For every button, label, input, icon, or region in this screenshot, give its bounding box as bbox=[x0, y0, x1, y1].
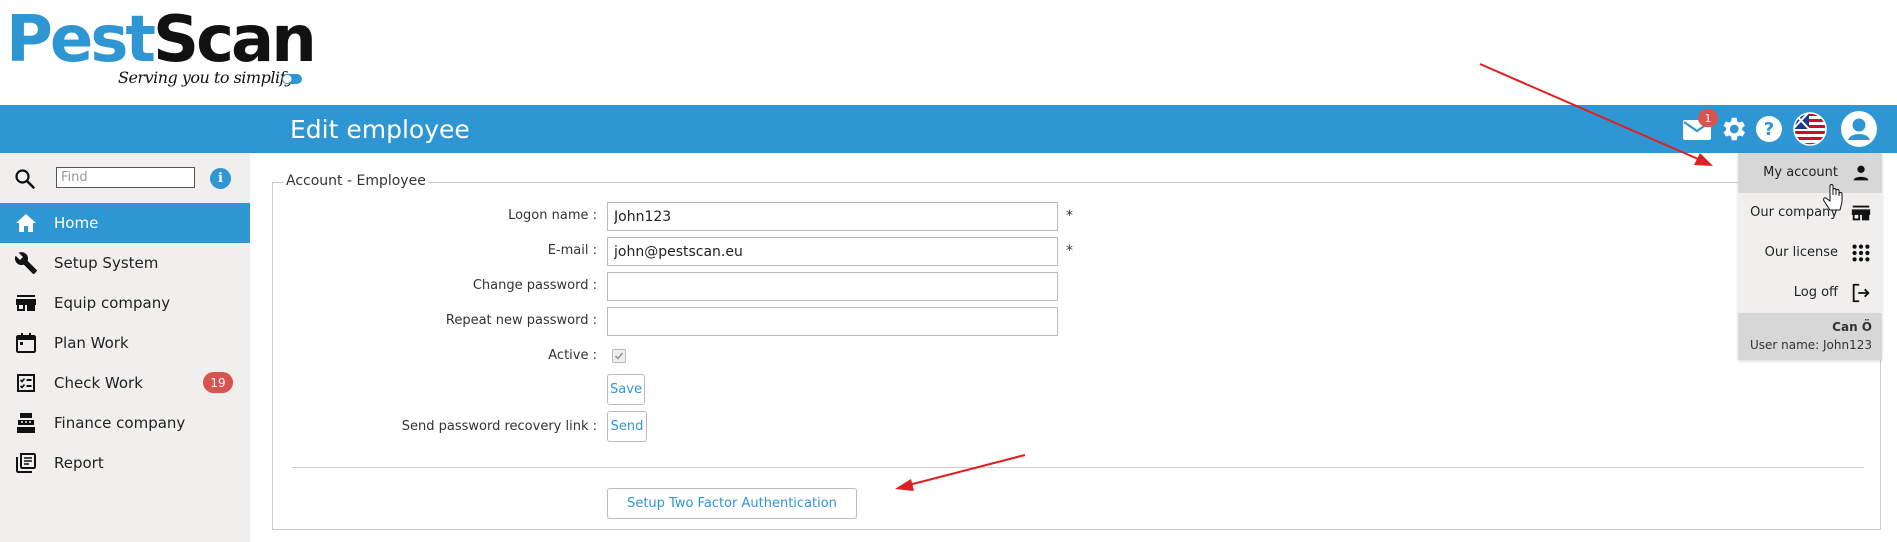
menu-item-our-company[interactable]: Our company bbox=[1738, 193, 1882, 233]
required-marker: * bbox=[1066, 243, 1073, 259]
account-dropdown-menu: My account Our company Our license Log o… bbox=[1738, 153, 1882, 360]
menu-item-label: Log off bbox=[1793, 285, 1838, 300]
active-checkbox[interactable] bbox=[612, 349, 626, 363]
mail-button[interactable]: 1 bbox=[1680, 109, 1718, 146]
store-icon bbox=[16, 295, 36, 311]
sidebar-item-label: Equip company bbox=[54, 294, 171, 312]
menu-item-label: Our company bbox=[1750, 205, 1838, 220]
setup-two-factor-button[interactable]: Setup Two Factor Authentication bbox=[607, 488, 857, 519]
repeat-password-input[interactable] bbox=[607, 307, 1058, 336]
person-icon bbox=[1853, 165, 1869, 181]
info-icon[interactable]: i bbox=[210, 168, 231, 189]
send-recovery-button[interactable]: Send bbox=[607, 411, 647, 442]
svg-text:?: ? bbox=[1764, 119, 1774, 140]
menu-item-label: My account bbox=[1763, 165, 1838, 180]
user-display-name: Can Ö bbox=[1832, 320, 1872, 334]
menu-item-label: Our license bbox=[1764, 245, 1838, 260]
account-fieldset bbox=[272, 182, 1881, 530]
pill-icon bbox=[282, 74, 302, 84]
sidebar-item-label: Setup System bbox=[54, 254, 159, 272]
wrench-icon bbox=[14, 252, 37, 274]
menu-item-my-account[interactable]: My account bbox=[1738, 153, 1882, 193]
check-work-count-badge: 19 bbox=[203, 372, 233, 393]
settings-button[interactable] bbox=[1716, 112, 1750, 146]
logon-name-input[interactable] bbox=[607, 202, 1058, 231]
logo-scan-text: Scan bbox=[153, 3, 317, 77]
sidebar-item-label: Report bbox=[54, 454, 104, 472]
sidebar-item-label: Check Work bbox=[54, 374, 143, 392]
account-button[interactable] bbox=[1840, 110, 1878, 148]
sidebar-item-plan-work[interactable]: Plan Work bbox=[0, 323, 250, 363]
divider bbox=[292, 467, 1864, 468]
active-label: Active : bbox=[548, 348, 597, 363]
help-button[interactable]: ? bbox=[1752, 112, 1786, 146]
help-icon: ? bbox=[1756, 116, 1782, 142]
user-login-name: User name: John123 bbox=[1749, 338, 1872, 352]
store-icon bbox=[1851, 205, 1871, 221]
logout-icon bbox=[1852, 283, 1870, 303]
page-title: Edit employee bbox=[290, 115, 470, 144]
sidebar-item-label: Finance company bbox=[54, 414, 186, 432]
repeat-password-label: Repeat new password : bbox=[445, 313, 597, 328]
cash-register-icon bbox=[17, 413, 35, 433]
mail-count-badge: 1 bbox=[1698, 109, 1718, 127]
sidebar-item-label: Home bbox=[54, 214, 99, 232]
user-avatar-icon bbox=[1841, 111, 1877, 147]
logo-tagline: Serving you to simplify bbox=[118, 68, 294, 87]
language-button[interactable] bbox=[1793, 112, 1827, 146]
checkmark-icon bbox=[614, 352, 624, 360]
sidebar-item-label: Plan Work bbox=[54, 334, 129, 352]
header-bar: Edit employee 1 ? bbox=[0, 105, 1897, 153]
checklist-icon bbox=[17, 374, 35, 392]
sidebar-item-check-work[interactable]: Check Work 19 bbox=[0, 363, 250, 403]
logo-pest-text: Pest bbox=[6, 3, 156, 77]
search-input[interactable] bbox=[56, 167, 195, 188]
required-marker: * bbox=[1066, 208, 1073, 224]
us-flag-icon bbox=[1793, 112, 1827, 146]
sidebar: i Home Setup System Equip company Plan W… bbox=[0, 153, 250, 542]
current-user-info: Can Ö User name: John123 bbox=[1738, 313, 1882, 360]
pestscan-logo: PestScan Serving you to simplify bbox=[6, 8, 317, 90]
sidebar-item-setup-system[interactable]: Setup System bbox=[0, 243, 250, 283]
fieldset-legend: Account - Employee bbox=[284, 173, 428, 189]
grid-icon bbox=[1852, 244, 1870, 262]
logo-wordmark: PestScan bbox=[6, 8, 317, 72]
change-password-input[interactable] bbox=[607, 272, 1058, 301]
change-password-label: Change password : bbox=[472, 278, 597, 293]
sidebar-item-equip-company[interactable]: Equip company bbox=[0, 283, 250, 323]
home-icon bbox=[16, 214, 36, 232]
password-recovery-label: Send password recovery link : bbox=[401, 419, 597, 434]
menu-item-our-license[interactable]: Our license bbox=[1738, 233, 1882, 273]
email-label: E-mail : bbox=[547, 243, 597, 258]
email-input[interactable] bbox=[607, 237, 1058, 266]
sidebar-item-home[interactable]: Home bbox=[0, 203, 250, 243]
search-icon bbox=[15, 169, 35, 189]
logon-name-label: Logon name : bbox=[508, 208, 597, 223]
gear-icon bbox=[1723, 117, 1745, 141]
menu-item-log-off[interactable]: Log off bbox=[1738, 273, 1882, 313]
sidebar-item-report[interactable]: Report bbox=[0, 443, 250, 483]
calendar-icon bbox=[16, 333, 36, 353]
sidebar-item-finance-company[interactable]: Finance company bbox=[0, 403, 250, 443]
report-icon bbox=[16, 453, 36, 473]
save-button[interactable]: Save bbox=[607, 374, 645, 405]
sidebar-search: i bbox=[0, 153, 250, 203]
